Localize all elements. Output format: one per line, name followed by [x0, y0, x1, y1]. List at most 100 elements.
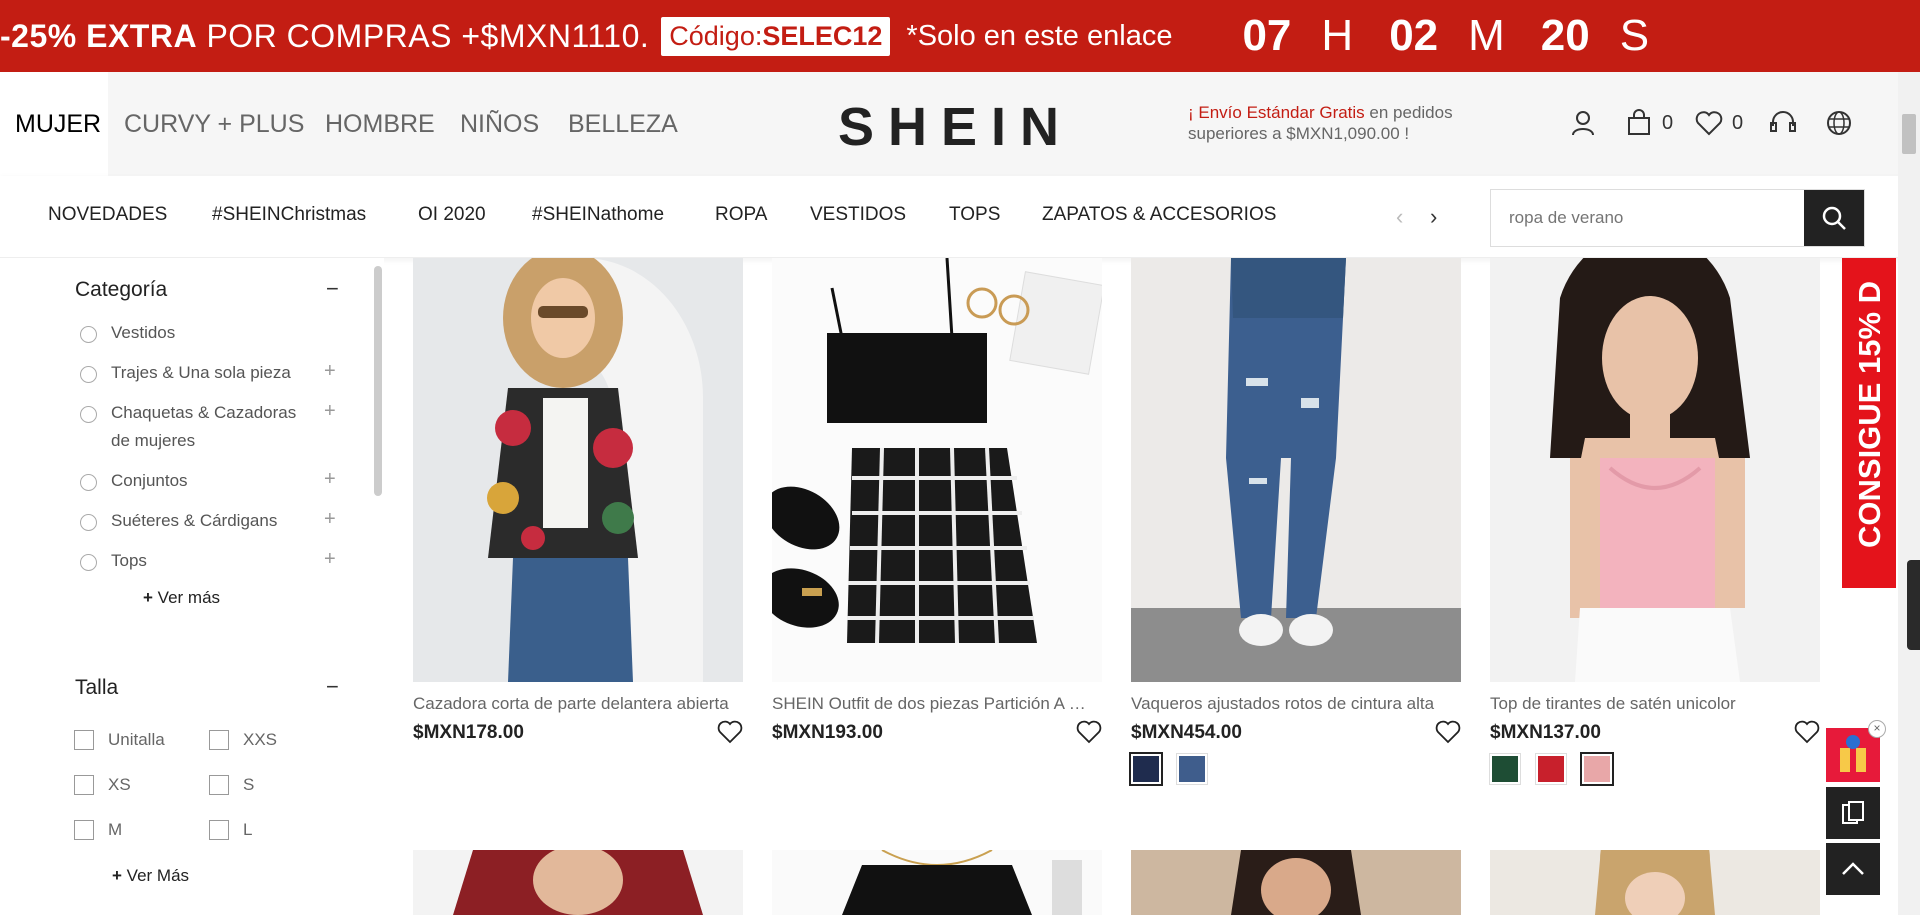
category-collapse-icon[interactable]: − [326, 276, 339, 302]
close-icon[interactable]: × [1868, 720, 1886, 738]
size-collapse-icon[interactable]: − [326, 674, 339, 700]
side-promo-banner[interactable]: CONSIGUE 15% D [1842, 258, 1896, 588]
promo-banner[interactable]: -25% EXTRA POR COMPRAS +$MXN1110. Código… [0, 0, 1920, 72]
subnav-zapatos-accesorios[interactable]: ZAPATOS & ACCESORIOS [1042, 204, 1276, 226]
product-image[interactable] [1131, 850, 1461, 915]
subnav-sheinchristmas[interactable]: #SHEINChristmas [212, 204, 366, 226]
category-filter-title[interactable]: Categoría [75, 278, 167, 302]
product-image[interactable] [1131, 258, 1461, 682]
subnav-novedades[interactable]: NOVEDADES [48, 204, 167, 226]
bag-icon [1628, 109, 1650, 135]
color-swatch[interactable] [1176, 753, 1208, 785]
color-swatch[interactable] [1489, 753, 1521, 785]
product-image[interactable] [413, 258, 743, 682]
subnav-next-arrow[interactable]: › [1430, 204, 1437, 230]
checkbox[interactable] [209, 820, 229, 840]
search-input[interactable] [1491, 190, 1804, 246]
category-item-vestidos[interactable]: Vestidos [80, 323, 340, 347]
wishlist-heart-icon[interactable] [1794, 720, 1820, 744]
size-label: Unitalla [108, 730, 165, 749]
support-icon[interactable] [1768, 108, 1798, 138]
color-swatch[interactable] [1580, 752, 1614, 786]
color-swatch[interactable] [1535, 753, 1567, 785]
subnav-ropa[interactable]: ROPA [715, 204, 767, 226]
product-card[interactable]: Top de tirantes de satén unicolor $MXN13… [1489, 258, 1820, 786]
cart-button[interactable]: 0 [1624, 108, 1673, 138]
checkbox[interactable] [74, 820, 94, 840]
subnav-tops[interactable]: TOPS [949, 204, 1000, 226]
size-filter-title[interactable]: Talla [75, 676, 118, 700]
wishlist-button[interactable]: 0 [1694, 108, 1743, 138]
size-ver-mas-link[interactable]: + Ver Más [112, 866, 189, 886]
subnav-oi-2020[interactable]: OI 2020 [418, 204, 486, 226]
globe-icon[interactable] [1824, 108, 1854, 138]
countdown-seconds: 20 [1540, 11, 1590, 60]
size-option-xs[interactable]: XS [74, 775, 131, 795]
product-card[interactable]: SHEIN Outfit de dos piezas Partición A c… [772, 258, 1102, 744]
category-item-tops[interactable]: Tops + [80, 548, 340, 575]
size-option-unitalla[interactable]: Unitalla [74, 730, 165, 750]
product-title[interactable]: Vaqueros ajustados rotos de cintura alta [1131, 694, 1453, 714]
edge-widget[interactable] [1907, 560, 1920, 650]
product-image[interactable] [1490, 258, 1820, 682]
checkbox[interactable] [209, 730, 229, 750]
checkbox[interactable] [74, 730, 94, 750]
heart-icon [1695, 111, 1723, 136]
color-swatch[interactable] [1129, 752, 1163, 786]
product-title[interactable]: Cazadora corta de parte delantera abiert… [413, 694, 735, 714]
topcat-belleza[interactable]: BELLEZA [568, 72, 678, 176]
category-item-chaquetas[interactable]: Chaquetas & Cazadoras de mujeres + [80, 400, 340, 455]
radio-icon[interactable] [80, 554, 97, 571]
search-button[interactable] [1804, 190, 1864, 246]
user-icon[interactable] [1568, 108, 1598, 138]
size-option-xxs[interactable]: XXS [209, 730, 277, 750]
category-item-conjuntos[interactable]: Conjuntos + [80, 468, 340, 495]
checkbox[interactable] [209, 775, 229, 795]
expand-plus-icon[interactable]: + [324, 400, 336, 423]
subnav-vestidos[interactable]: VESTIDOS [810, 204, 906, 226]
back-to-top-button[interactable] [1826, 843, 1880, 895]
scrollbar-thumb[interactable] [1902, 114, 1916, 154]
wishlist-heart-icon[interactable] [1435, 720, 1461, 744]
size-option-s[interactable]: S [209, 775, 254, 795]
category-item-trajes[interactable]: Trajes & Una sola pieza + [80, 360, 340, 387]
page-scrollbar[interactable] [1898, 72, 1920, 915]
countdown-timer: 07 H 02 M 20 S [1242, 11, 1685, 61]
countdown-seconds-unit: S [1619, 11, 1650, 60]
topcat-ninos[interactable]: NIÑOS [460, 72, 539, 176]
wishlist-heart-icon[interactable] [1076, 720, 1102, 744]
size-option-m[interactable]: M [74, 820, 122, 840]
wishlist-heart-icon[interactable] [717, 720, 743, 744]
product-image[interactable] [413, 850, 743, 915]
compare-button[interactable] [1826, 787, 1880, 839]
expand-plus-icon[interactable]: + [324, 360, 336, 383]
countdown-hours: 07 [1242, 11, 1292, 60]
shipping-notice[interactable]: ¡ Envío Estándar Gratis en pedidos super… [1188, 102, 1468, 144]
radio-icon[interactable] [80, 406, 97, 423]
product-card[interactable]: Vaqueros ajustados rotos de cintura alta… [1129, 258, 1461, 786]
expand-plus-icon[interactable]: + [324, 548, 336, 571]
subnav-prev-arrow[interactable]: ‹ [1396, 204, 1403, 230]
category-ver-mas-link[interactable]: + Ver más [143, 588, 220, 608]
product-title[interactable]: Top de tirantes de satén unicolor [1490, 694, 1812, 714]
topcat-hombre[interactable]: HOMBRE [325, 72, 435, 176]
product-card[interactable]: Cazadora corta de parte delantera abiert… [413, 258, 743, 744]
product-image[interactable] [1490, 850, 1820, 915]
radio-icon[interactable] [80, 474, 97, 491]
topcat-curvy-plus[interactable]: CURVY + PLUS [124, 72, 304, 176]
product-image[interactable] [772, 850, 1102, 915]
product-title[interactable]: SHEIN Outfit de dos piezas Partición A c… [772, 694, 1094, 714]
sidebar-scrollbar[interactable] [374, 266, 382, 496]
radio-icon[interactable] [80, 326, 97, 343]
topcat-mujer[interactable]: MUJER [0, 72, 108, 176]
radio-icon[interactable] [80, 366, 97, 383]
shein-logo[interactable]: SHEIN [838, 96, 1073, 158]
radio-icon[interactable] [80, 514, 97, 531]
category-item-sueteres[interactable]: Suéteres & Cárdigans + [80, 508, 340, 535]
checkbox[interactable] [74, 775, 94, 795]
expand-plus-icon[interactable]: + [324, 468, 336, 491]
product-image[interactable] [772, 258, 1102, 682]
subnav-sheinathome[interactable]: #SHEINathome [532, 204, 664, 226]
size-option-l[interactable]: L [209, 820, 252, 840]
expand-plus-icon[interactable]: + [324, 508, 336, 531]
